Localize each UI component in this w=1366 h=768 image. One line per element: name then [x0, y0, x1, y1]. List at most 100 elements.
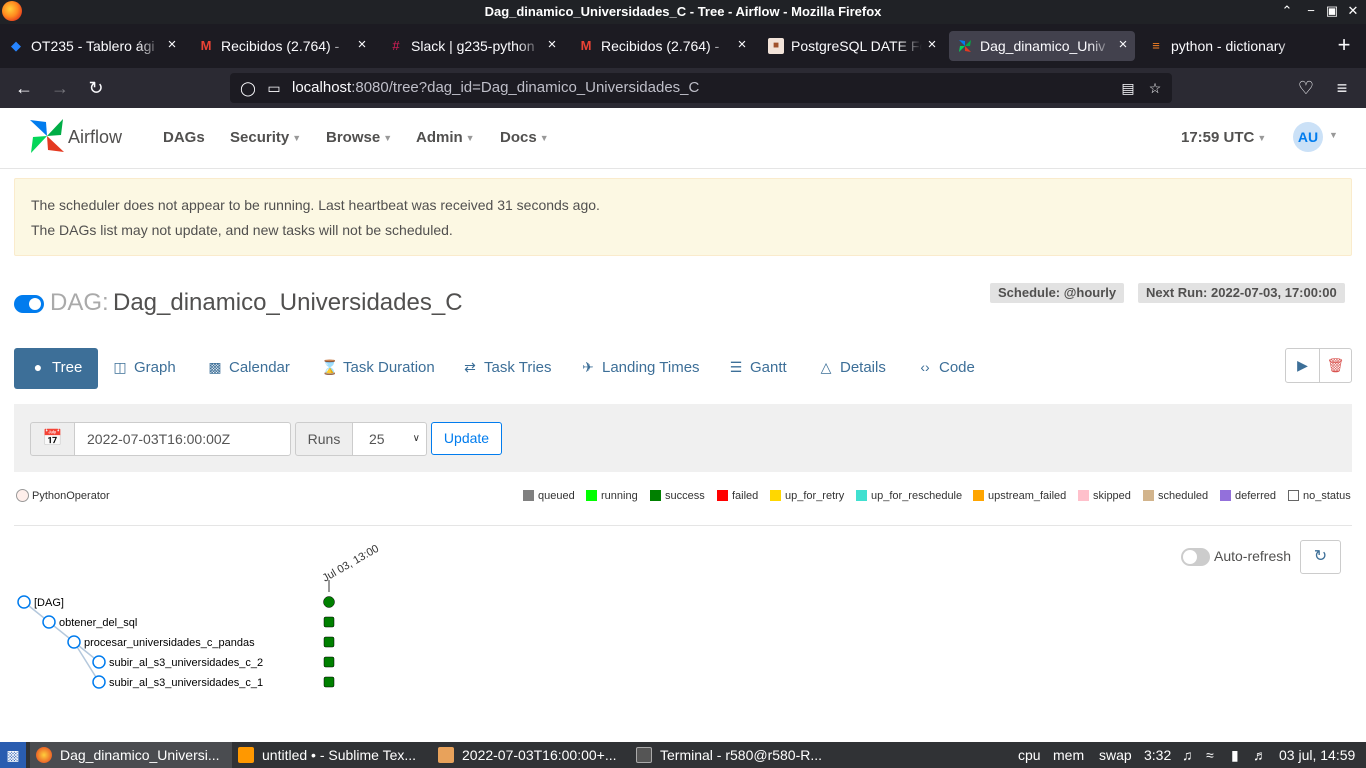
- user-avatar[interactable]: AU: [1293, 122, 1323, 152]
- reader-view-icon[interactable]: ▤: [1118, 78, 1138, 98]
- bookmark-star-icon[interactable]: ☆: [1145, 78, 1165, 98]
- forward-icon[interactable]: →: [48, 76, 72, 100]
- airflow-logo-icon[interactable]: [28, 117, 66, 155]
- trash-icon: 🗑: [1326, 357, 1345, 373]
- close-tab-icon[interactable]: ×: [354, 37, 370, 53]
- legend-upstream-failed: upstream_failed: [973, 490, 1066, 502]
- minimize-icon[interactable]: ⌃: [1278, 2, 1296, 20]
- close-tab-icon[interactable]: ×: [164, 37, 180, 53]
- node-circle[interactable]: [92, 655, 106, 669]
- start-menu-button[interactable]: ▩: [0, 742, 26, 768]
- tab-landing-times[interactable]: ✈ Landing Times: [580, 348, 699, 389]
- datetime[interactable]: 03 jul, 14:59: [1279, 747, 1355, 763]
- tree-node-dag[interactable]: [DAG]: [17, 595, 335, 609]
- menu-browse[interactable]: Browse ▼: [326, 129, 392, 146]
- restore-icon[interactable]: −: [1302, 2, 1320, 20]
- state-label: deferred: [1235, 490, 1276, 502]
- tab-code[interactable]: ‹› Code: [917, 348, 975, 389]
- cpu-monitor[interactable]: cpu: [1018, 747, 1041, 763]
- hamburger-menu-icon[interactable]: ≡: [1330, 76, 1354, 100]
- task-instance-square[interactable]: [323, 636, 335, 648]
- node-circle[interactable]: [67, 635, 81, 649]
- taskbar-item[interactable]: untitled • - Sublime Tex...: [232, 742, 432, 768]
- url-bar[interactable]: ◯ ▭ localhost:8080/tree?dag_id=Dag_dinam…: [230, 73, 1172, 103]
- taskbar-item-label: untitled • - Sublime Tex...: [262, 747, 417, 763]
- state-swatch: [973, 490, 984, 501]
- tab-tree[interactable]: ● Tree: [14, 348, 99, 389]
- schedule-badge: Schedule: @hourly: [990, 283, 1125, 303]
- task-instance-square[interactable]: [323, 616, 335, 628]
- close-tab-icon[interactable]: ×: [734, 37, 750, 53]
- trigger-dag-button[interactable]: ▶: [1285, 348, 1320, 383]
- legend-running: running: [586, 490, 638, 502]
- airflow-brand[interactable]: Airflow: [68, 127, 122, 148]
- tab-graph[interactable]: ◫ Graph: [112, 348, 175, 389]
- utc-clock[interactable]: 17:59 UTC ▼: [1181, 129, 1266, 146]
- back-icon[interactable]: ←: [12, 76, 36, 100]
- browser-tab[interactable]: M Recibidos (2.764) - ×: [570, 31, 754, 61]
- maximize-icon[interactable]: ▣: [1323, 2, 1341, 20]
- browser-tab[interactable]: # Slack | g235-python ×: [380, 31, 564, 61]
- browser-tab[interactable]: ■ PostgreSQL DATE Fo ×: [760, 31, 944, 61]
- mem-monitor[interactable]: mem: [1053, 747, 1084, 763]
- close-tab-icon[interactable]: ×: [544, 37, 560, 53]
- bell-icon[interactable]: ♫: [1182, 747, 1193, 763]
- legend-skipped: skipped: [1078, 490, 1131, 502]
- tab-calendar[interactable]: ▩ Calendar: [207, 348, 290, 389]
- dag-pause-toggle[interactable]: [14, 295, 44, 313]
- browser-tab[interactable]: ◆ OT235 - Tablero ági ×: [0, 31, 184, 61]
- refresh-button[interactable]: ↻: [1300, 540, 1341, 574]
- battery-icon[interactable]: ▮: [1231, 747, 1239, 764]
- tree-node-task[interactable]: procesar_universidades_c_pandas: [67, 635, 335, 649]
- runs-select[interactable]: 25 ∨: [352, 422, 427, 456]
- auto-refresh-toggle[interactable]: [1181, 548, 1210, 566]
- volume-icon[interactable]: ♬: [1253, 747, 1267, 763]
- menu-admin[interactable]: Admin ▼: [416, 129, 475, 146]
- node-circle[interactable]: [92, 675, 106, 689]
- menu-dags[interactable]: DAGs: [163, 129, 205, 146]
- tab-task-tries[interactable]: ⇄ Task Tries: [462, 348, 551, 389]
- update-button[interactable]: Update: [431, 422, 502, 455]
- runs-value: 25: [369, 431, 385, 447]
- close-window-icon[interactable]: ✕: [1344, 2, 1362, 20]
- shield-icon[interactable]: ◯: [238, 78, 258, 98]
- tree-node-task[interactable]: subir_al_s3_universidades_c_2: [92, 655, 335, 669]
- hourglass-icon: ⌛: [321, 359, 339, 375]
- wifi-icon[interactable]: ≈: [1206, 747, 1214, 763]
- base-date-input[interactable]: 2022-07-03T16:00:00Z: [74, 422, 291, 456]
- dag-run-circle[interactable]: [323, 596, 335, 608]
- tree-node-task[interactable]: obtener_del_sql: [42, 615, 335, 629]
- tab-gantt[interactable]: ☰ Gantt: [728, 348, 787, 389]
- browser-tab-active[interactable]: Dag_dinamico_Univ ×: [949, 31, 1135, 61]
- node-circle[interactable]: [17, 595, 31, 609]
- pocket-icon[interactable]: ♡: [1294, 76, 1318, 100]
- taskbar-item[interactable]: 2022-07-03T16:00:00+...: [432, 742, 630, 768]
- delete-dag-button[interactable]: 🗑: [1319, 348, 1352, 383]
- task-instance-square[interactable]: [323, 676, 335, 688]
- tab-details[interactable]: △ Details: [818, 348, 886, 389]
- swap-monitor[interactable]: swap: [1099, 747, 1132, 763]
- close-tab-icon[interactable]: ×: [1115, 37, 1131, 53]
- caret-down-icon[interactable]: ▼: [1329, 130, 1338, 140]
- state-swatch: [523, 490, 534, 501]
- calendar-picker-icon[interactable]: 📅: [30, 422, 75, 456]
- new-tab-icon[interactable]: +: [1332, 34, 1356, 58]
- reload-icon[interactable]: ↻: [84, 76, 108, 100]
- tree-node-task[interactable]: subir_al_s3_universidades_c_1: [92, 675, 335, 689]
- state-label: failed: [732, 490, 759, 502]
- page-info-icon[interactable]: ▭: [264, 78, 284, 98]
- node-circle[interactable]: [42, 615, 56, 629]
- taskbar-item[interactable]: Terminal - r580@r580-R...: [630, 742, 830, 768]
- menu-label: DAGs: [163, 129, 205, 146]
- tab-task-duration[interactable]: ⌛ Task Duration: [321, 348, 435, 389]
- menu-security[interactable]: Security ▼: [230, 129, 301, 146]
- browser-tab[interactable]: ≡ python - dictionary: [1140, 31, 1324, 61]
- taskbar-item[interactable]: Dag_dinamico_Universi...: [30, 742, 232, 768]
- close-tab-icon[interactable]: ×: [924, 37, 940, 53]
- menu-docs[interactable]: Docs ▼: [500, 129, 549, 146]
- task-instance-square[interactable]: [323, 656, 335, 668]
- tab-label: Recibidos (2.764) -: [601, 38, 732, 54]
- legend-up-for-reschedule: up_for_reschedule: [856, 490, 962, 502]
- browser-tab[interactable]: M Recibidos (2.764) - ×: [190, 31, 374, 61]
- tree-filter-bar: 📅 2022-07-03T16:00:00Z Runs 25 ∨ Update: [14, 404, 1352, 472]
